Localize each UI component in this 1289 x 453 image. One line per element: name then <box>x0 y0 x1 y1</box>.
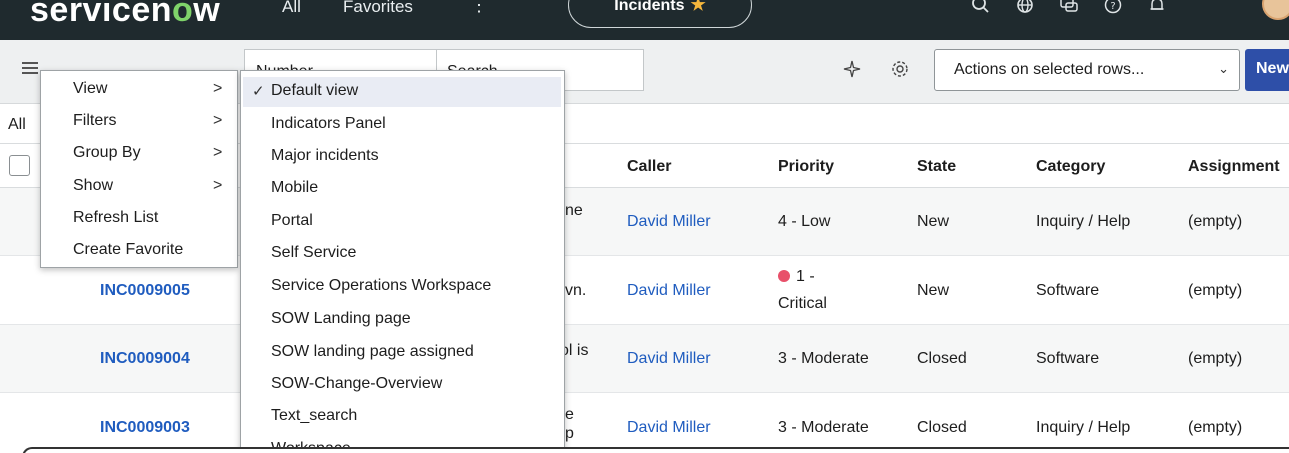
search-icon[interactable] <box>970 0 992 16</box>
submenu-arrow-icon: > <box>213 177 223 194</box>
view-option-mobile[interactable]: Mobile <box>271 179 318 197</box>
short-description-cell: e <box>565 406 574 423</box>
list-menu-icon[interactable] <box>22 62 38 74</box>
logo-o: o <box>172 0 194 29</box>
view-option-sow-landing-page-assigned[interactable]: SOW landing page assigned <box>271 343 474 361</box>
nav-all[interactable]: All <box>282 0 301 15</box>
priority-cell: 3 - Moderate <box>778 419 869 436</box>
caller-link[interactable]: David Miller <box>627 419 711 437</box>
gear-icon[interactable] <box>890 59 910 79</box>
category-cell: Software <box>1036 350 1100 367</box>
menu-item-view[interactable]: View <box>73 80 107 98</box>
state-cell: New <box>917 282 950 299</box>
view-option-portal[interactable]: Portal <box>271 212 313 230</box>
view-option-sow-change-overview[interactable]: SOW-Change-Overview <box>271 375 442 393</box>
category-cell: Inquiry / Help <box>1036 419 1131 436</box>
chat-icon[interactable] <box>1058 0 1080 16</box>
menu-item-create-favorite[interactable]: Create Favorite <box>73 241 183 259</box>
column-header-state[interactable]: State <box>917 158 956 176</box>
table-row: INC0009004 ol is David Miller 3 - Modera… <box>0 325 1289 393</box>
short-description-cell: ne <box>565 202 583 219</box>
short-description-cell-line2: p <box>565 425 574 442</box>
menu-item-group-by[interactable]: Group By <box>73 144 141 162</box>
sparkle-icon[interactable] <box>842 59 862 79</box>
column-header-priority[interactable]: Priority <box>778 158 834 176</box>
logo-text-end: w <box>193 0 221 29</box>
bottom-panel-edge <box>22 447 1289 453</box>
view-option-default[interactable]: Default view <box>271 82 358 100</box>
menu-item-filters[interactable]: Filters <box>73 112 117 130</box>
top-navigation-bar: servicenow All Favorites ⋮ Incidents ★ ? <box>0 0 1289 40</box>
list-context-menu: View > Filters > Group By > Show > Refre… <box>40 70 238 268</box>
priority-cell-line2: Critical <box>778 295 827 312</box>
context-pill-incidents[interactable]: Incidents ★ <box>568 0 752 28</box>
globe-icon[interactable] <box>1014 0 1036 16</box>
table-row: INC0009003 e p David Miller 3 - Moderate… <box>0 393 1289 453</box>
view-option-major-incidents[interactable]: Major incidents <box>271 147 379 165</box>
bell-icon[interactable] <box>1146 0 1168 16</box>
caller-link[interactable]: David Miller <box>627 350 711 368</box>
assignment-cell: (empty) <box>1188 419 1243 436</box>
view-option-sow-landing-page[interactable]: SOW Landing page <box>271 310 411 328</box>
view-submenu: ✓ Default view Indicators Panel Major in… <box>240 70 565 453</box>
state-cell: Closed <box>917 419 967 436</box>
servicenow-logo[interactable]: servicenow <box>30 0 220 30</box>
caller-link[interactable]: David Miller <box>627 213 711 231</box>
submenu-arrow-icon: > <box>213 112 223 129</box>
view-option-text-search[interactable]: Text_search <box>271 407 357 425</box>
priority-cell: 1 - <box>778 268 815 286</box>
assignment-cell: (empty) <box>1188 213 1243 230</box>
column-header-assignment[interactable]: Assignment <box>1188 158 1280 176</box>
nav-more-icon[interactable]: ⋮ <box>470 0 488 14</box>
category-cell: Software <box>1036 282 1100 299</box>
incident-number-link[interactable]: INC0009004 <box>100 350 190 368</box>
short-description-cell: vn. <box>565 282 587 299</box>
state-cell: New <box>917 213 950 230</box>
assignment-cell: (empty) <box>1188 350 1243 367</box>
help-icon[interactable]: ? <box>1102 0 1124 16</box>
svg-text:?: ? <box>1110 1 1115 12</box>
checkmark-icon: ✓ <box>252 83 265 100</box>
select-all-checkbox[interactable] <box>9 155 30 176</box>
user-avatar[interactable] <box>1262 0 1289 20</box>
column-header-caller[interactable]: Caller <box>627 158 671 176</box>
logo-text: servicen <box>30 0 172 29</box>
submenu-arrow-icon: > <box>213 80 223 97</box>
view-option-self-service[interactable]: Self Service <box>271 244 356 262</box>
priority-cell: 3 - Moderate <box>778 350 869 367</box>
incident-number-link[interactable]: INC0009003 <box>100 419 190 437</box>
view-option-indicators-panel[interactable]: Indicators Panel <box>271 115 386 133</box>
nav-favorites[interactable]: Favorites <box>343 0 413 15</box>
category-cell: Inquiry / Help <box>1036 213 1131 230</box>
breadcrumb-all[interactable]: All <box>8 116 26 134</box>
actions-on-selected-rows-select[interactable]: Actions on selected rows... ⌄ <box>934 49 1240 91</box>
favorite-star-icon[interactable]: ★ <box>690 0 705 15</box>
state-cell: Closed <box>917 350 967 367</box>
priority-cell: 4 - Low <box>778 213 831 230</box>
critical-priority-dot-icon <box>778 270 790 282</box>
menu-item-refresh-list[interactable]: Refresh List <box>73 209 158 227</box>
context-pill-label: Incidents <box>614 0 685 14</box>
view-option-service-operations-workspace[interactable]: Service Operations Workspace <box>271 277 491 295</box>
chevron-down-icon: ⌄ <box>1218 61 1229 76</box>
new-button[interactable]: New <box>1245 49 1289 91</box>
new-button-label: New <box>1256 60 1289 77</box>
priority-line1: 1 - <box>796 268 815 285</box>
incident-number-link[interactable]: INC0009005 <box>100 282 190 300</box>
column-header-category[interactable]: Category <box>1036 158 1105 176</box>
caller-link[interactable]: David Miller <box>627 282 711 300</box>
menu-item-show[interactable]: Show <box>73 177 113 195</box>
assignment-cell: (empty) <box>1188 282 1243 299</box>
actions-select-label: Actions on selected rows... <box>954 61 1145 78</box>
submenu-arrow-icon: > <box>213 144 223 161</box>
